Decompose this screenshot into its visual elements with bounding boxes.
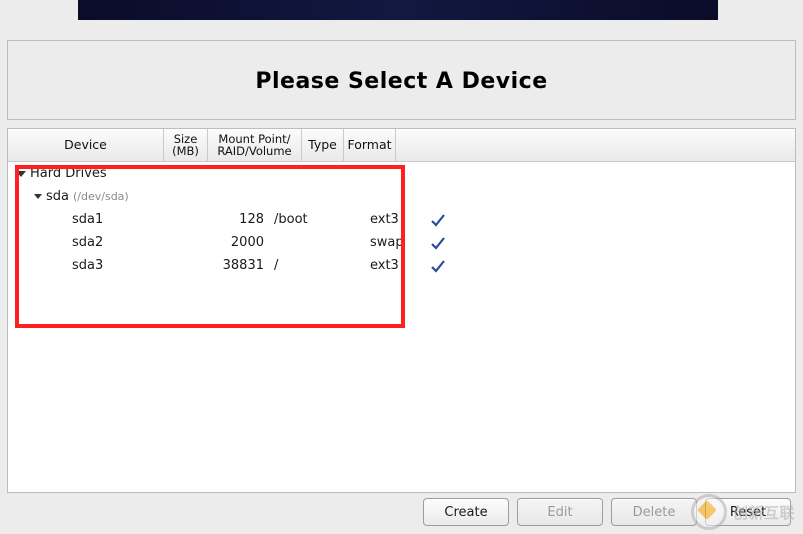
table-row[interactable]: sda1 128 /boot ext3 bbox=[8, 208, 795, 231]
installer-brand-band bbox=[78, 0, 718, 20]
delete-button[interactable]: Delete bbox=[611, 498, 697, 526]
disk-name: sda bbox=[46, 189, 69, 204]
col-type[interactable]: Type bbox=[302, 129, 344, 161]
title-panel: Please Select A Device bbox=[7, 40, 796, 120]
col-filler bbox=[396, 129, 795, 161]
col-size[interactable]: Size (MB) bbox=[164, 129, 208, 161]
check-icon bbox=[430, 235, 446, 251]
partition-format bbox=[412, 212, 464, 228]
table-header-row: Device Size (MB) Mount Point/ RAID/Volum… bbox=[8, 129, 795, 162]
partition-size: 2000 bbox=[220, 235, 268, 250]
partition-format bbox=[412, 235, 464, 251]
partition-mount: /boot bbox=[268, 212, 368, 227]
partition-type: ext3 bbox=[368, 212, 412, 227]
device-tree[interactable]: Hard Drives sda (/dev/sda) sda1 128 /boo… bbox=[8, 162, 795, 277]
expand-icon[interactable] bbox=[16, 171, 26, 177]
col-device[interactable]: Device bbox=[8, 129, 164, 161]
tree-disk-sda[interactable]: sda (/dev/sda) bbox=[8, 185, 795, 208]
device-table-panel: Device Size (MB) Mount Point/ RAID/Volum… bbox=[7, 128, 796, 493]
partition-size: 38831 bbox=[220, 258, 268, 273]
disk-path: (/dev/sda) bbox=[73, 190, 129, 203]
col-mount[interactable]: Mount Point/ RAID/Volume bbox=[208, 129, 302, 161]
partition-name: sda2 bbox=[16, 235, 220, 250]
partition-size: 128 bbox=[220, 212, 268, 227]
reset-button[interactable]: Reset bbox=[705, 498, 791, 526]
check-icon bbox=[430, 258, 446, 274]
partition-mount: / bbox=[268, 258, 368, 273]
table-row[interactable]: sda3 38831 / ext3 bbox=[8, 254, 795, 277]
col-format[interactable]: Format bbox=[344, 129, 396, 161]
partition-name: sda1 bbox=[16, 212, 220, 227]
partition-type: ext3 bbox=[368, 258, 412, 273]
page-title: Please Select A Device bbox=[8, 41, 795, 94]
expand-icon[interactable] bbox=[34, 194, 42, 199]
check-icon bbox=[430, 212, 446, 228]
partition-type: swap bbox=[368, 235, 412, 250]
partition-format bbox=[412, 258, 464, 274]
group-label: Hard Drives bbox=[30, 166, 107, 181]
create-button[interactable]: Create bbox=[423, 498, 509, 526]
edit-button[interactable]: Edit bbox=[517, 498, 603, 526]
partition-name: sda3 bbox=[16, 258, 220, 273]
table-row[interactable]: sda2 2000 swap bbox=[8, 231, 795, 254]
tree-group-hard-drives[interactable]: Hard Drives bbox=[8, 162, 795, 185]
action-button-row: Create Edit Delete Reset bbox=[0, 498, 803, 528]
